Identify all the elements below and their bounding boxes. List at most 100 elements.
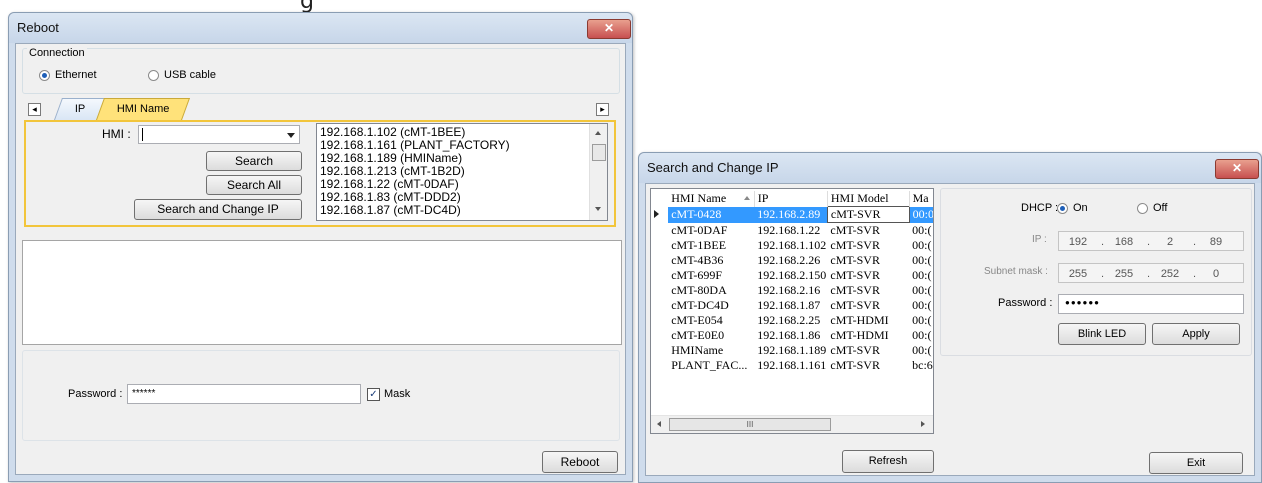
cell-hmi-model: cMT-SVR xyxy=(830,343,880,357)
hmi-ip-list[interactable]: 192.168.1.102 (cMT-1BEE) 192.168.1.161 (P… xyxy=(316,123,608,221)
cell-ip: 192.168.2.16 xyxy=(757,283,821,297)
cell-hmi-model: cMT-SVR xyxy=(830,268,880,282)
row-indicator xyxy=(651,283,668,298)
ethernet-radio-dot[interactable] xyxy=(39,69,50,81)
column-header-mac[interactable]: Ma xyxy=(909,191,933,207)
row-indicator xyxy=(651,343,668,358)
grid-horizontal-scrollbar[interactable]: III xyxy=(651,415,933,433)
ip-dot-2: . xyxy=(1147,236,1151,248)
reboot-client-area: Connection Ethernet USB cable ◂ IP HMI N… xyxy=(15,43,626,475)
column-header-hmi-name[interactable]: HMI Name xyxy=(668,191,755,207)
cell-mac: 00:( xyxy=(912,253,932,267)
reboot-title-bar[interactable]: Reboot ✕ xyxy=(9,13,632,43)
table-row[interactable]: cMT-1BEE 192.168.1.102 cMT-SVR 00:( xyxy=(651,238,933,253)
subnet-mask-field: 255 . 255 . 252 . 0 xyxy=(1058,263,1244,283)
cell-hmi-name: cMT-699F xyxy=(671,268,723,282)
header-spacer xyxy=(651,191,668,207)
table-row[interactable]: cMT-0DAF 192.168.1.22 cMT-SVR 00:( xyxy=(651,222,933,239)
ip-settings-panel: DHCP : On Off IP : 192 . 168 . 2 . 89 Su… xyxy=(940,188,1252,356)
cell-ip: 192.168.1.22 xyxy=(757,222,821,237)
usb-cable-radio-dot[interactable] xyxy=(148,69,159,81)
scroll-right-icon[interactable] xyxy=(921,421,925,427)
ip-octet-1: 192 xyxy=(1068,236,1088,248)
cell-hmi-name: cMT-0428 xyxy=(668,206,755,223)
cell-hmi-model: cMT-SVR xyxy=(826,206,910,223)
subnet-octet-2: 255 xyxy=(1114,268,1134,280)
table-row[interactable]: cMT-80DA 192.168.2.16 cMT-SVR 00:( xyxy=(651,283,933,298)
subnet-mask-label: Subnet mask : xyxy=(984,266,1048,277)
cell-ip: 192.168.1.189 xyxy=(757,343,827,357)
dhcp-off-radio-dot[interactable] xyxy=(1137,202,1148,214)
hmi-grid-table: HMI Name IP HMI Model Ma cMT-0428 192.168… xyxy=(651,191,933,373)
cell-ip: 192.168.1.87 xyxy=(757,298,821,312)
cell-hmi-name: cMT-4B36 xyxy=(671,253,724,267)
table-row[interactable]: cMT-699F 192.168.2.150 cMT-SVR 00:( xyxy=(651,268,933,283)
reboot-close-button[interactable]: ✕ xyxy=(587,19,631,39)
horizontal-scroll-thumb[interactable]: III xyxy=(669,418,831,431)
change-ip-close-button[interactable]: ✕ xyxy=(1215,159,1259,179)
change-ip-window-title: Search and Change IP xyxy=(647,160,779,175)
scroll-left-icon[interactable] xyxy=(657,421,661,427)
reboot-button[interactable]: Reboot xyxy=(542,451,618,473)
refresh-button[interactable]: Refresh xyxy=(842,450,934,473)
table-row[interactable]: cMT-4B36 192.168.2.26 cMT-SVR 00:( xyxy=(651,253,933,268)
cell-hmi-model: cMT-HDMI xyxy=(830,328,889,342)
blink-led-button[interactable]: Blink LED xyxy=(1058,323,1146,345)
column-header-hmi-model[interactable]: HMI Model xyxy=(827,191,910,207)
hmi-combobox[interactable] xyxy=(138,125,300,144)
table-row[interactable]: PLANT_FAC... 192.168.1.161 cMT-SVR bc:6 xyxy=(651,358,933,373)
chevron-down-icon[interactable] xyxy=(287,133,295,138)
table-row[interactable]: cMT-0428 192.168.2.89 cMT-SVR 00:0 xyxy=(651,206,933,223)
subnet-dot-2: . xyxy=(1147,268,1151,280)
ip-dot-3: . xyxy=(1193,236,1197,248)
hmi-grid-header: HMI Name IP HMI Model Ma xyxy=(651,191,933,207)
cell-ip: 192.168.2.25 xyxy=(757,313,821,327)
tab-hmi-name-label: HMI Name xyxy=(116,103,170,115)
search-button[interactable]: Search xyxy=(206,151,302,171)
cell-ip: 192.168.2.26 xyxy=(757,253,821,267)
change-ip-client-area: HMI Name IP HMI Model Ma cMT-0428 192.168… xyxy=(645,183,1255,476)
password-field-value: ****** xyxy=(132,388,156,399)
ethernet-radio[interactable]: Ethernet xyxy=(39,69,97,81)
usb-cable-radio[interactable]: USB cable xyxy=(148,69,216,81)
password-field[interactable]: ****** xyxy=(127,384,361,404)
hmi-list-scrollbar[interactable] xyxy=(589,124,607,220)
subnet-octet-4: 0 xyxy=(1212,268,1220,280)
search-and-change-ip-button[interactable]: Search and Change IP xyxy=(134,199,302,220)
cell-hmi-name: cMT-E054 xyxy=(671,313,723,327)
tab-scroll-right-button[interactable]: ▸ xyxy=(596,103,609,116)
hmi-list-item[interactable]: 192.168.1.87 (cMT-DC4D) xyxy=(320,204,590,217)
dhcp-off-radio[interactable]: Off xyxy=(1137,202,1167,214)
search-all-button[interactable]: Search All xyxy=(206,175,302,195)
connection-group: Connection Ethernet USB cable xyxy=(22,47,620,94)
dhcp-on-radio[interactable]: On xyxy=(1057,202,1088,214)
cell-mac: bc:6 xyxy=(912,358,933,372)
column-header-ip[interactable]: IP xyxy=(754,191,828,207)
password-group: Password : ****** ✓ Mask xyxy=(22,350,620,441)
tab-scroll-left-button[interactable]: ◂ xyxy=(28,103,41,116)
cell-ip: 192.168.1.86 xyxy=(757,328,821,342)
scroll-down-icon[interactable] xyxy=(595,207,601,211)
change-ip-title-bar[interactable]: Search and Change IP ✕ xyxy=(639,153,1261,183)
dhcp-on-radio-dot[interactable] xyxy=(1057,202,1068,214)
table-row[interactable]: cMT-E054 192.168.2.25 cMT-HDMI 00:( xyxy=(651,313,933,328)
subnet-octet-1: 255 xyxy=(1068,268,1088,280)
change-ip-password-field[interactable]: ●●●●●● xyxy=(1058,294,1244,314)
scroll-thumb[interactable] xyxy=(592,144,606,161)
exit-button[interactable]: Exit xyxy=(1149,452,1243,474)
table-row[interactable]: cMT-DC4D 192.168.1.87 cMT-SVR 00:( xyxy=(651,298,933,313)
cell-mac: 00:( xyxy=(912,268,932,282)
change-ip-password-value: ●●●●●● xyxy=(1065,298,1100,307)
cell-hmi-model: cMT-HDMI xyxy=(830,313,889,327)
cell-hmi-model: cMT-SVR xyxy=(830,238,880,252)
current-row-arrow-icon xyxy=(654,210,659,218)
tab-hmi-name[interactable]: HMI Name xyxy=(95,98,191,120)
password-label: Password : xyxy=(68,388,123,400)
apply-button[interactable]: Apply xyxy=(1152,323,1240,345)
cell-hmi-name: cMT-1BEE xyxy=(671,238,727,252)
hmi-grid[interactable]: HMI Name IP HMI Model Ma cMT-0428 192.168… xyxy=(650,188,934,434)
scroll-up-icon[interactable] xyxy=(595,131,601,135)
mask-checkbox[interactable]: ✓ xyxy=(367,388,380,401)
table-row[interactable]: HMIName 192.168.1.189 cMT-SVR 00:( xyxy=(651,343,933,358)
table-row[interactable]: cMT-E0E0 192.168.1.86 cMT-HDMI 00:( xyxy=(651,328,933,343)
